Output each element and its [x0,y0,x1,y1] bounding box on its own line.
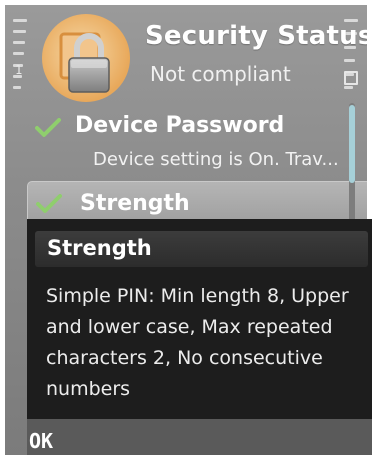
popup-title: Strength [47,236,152,260]
popup-header: Strength [35,231,368,267]
checkmark-icon [36,194,62,213]
list-item-label: Device Password [75,113,285,138]
list-item-label: Strength [80,191,190,216]
compliance-status: Not compliant [150,62,291,86]
lock-icon [42,14,130,102]
policy-list: Device Password Device setting is On. Tr… [5,105,350,178]
page-title: Security Status [145,21,367,51]
popup-body: Simple PIN: Min length 8, Upper and lowe… [46,285,349,400]
list-item-device-password[interactable]: Device Password Device setting is On. Tr… [5,105,350,178]
signal-strength-icon [13,19,29,89]
scrollbar[interactable] [349,103,355,223]
battery-icon [344,71,358,85]
softkey-bar: OK [27,419,372,455]
scrollbar-thumb[interactable] [349,105,355,183]
info-popup: Strength Simple PIN: Min length 8, Upper… [27,219,372,419]
checkmark-icon [35,118,61,137]
list-item-description: Device setting is On. Trav... [93,149,339,170]
signal-mark: 1 [15,63,23,77]
ok-button[interactable]: OK [29,429,53,453]
